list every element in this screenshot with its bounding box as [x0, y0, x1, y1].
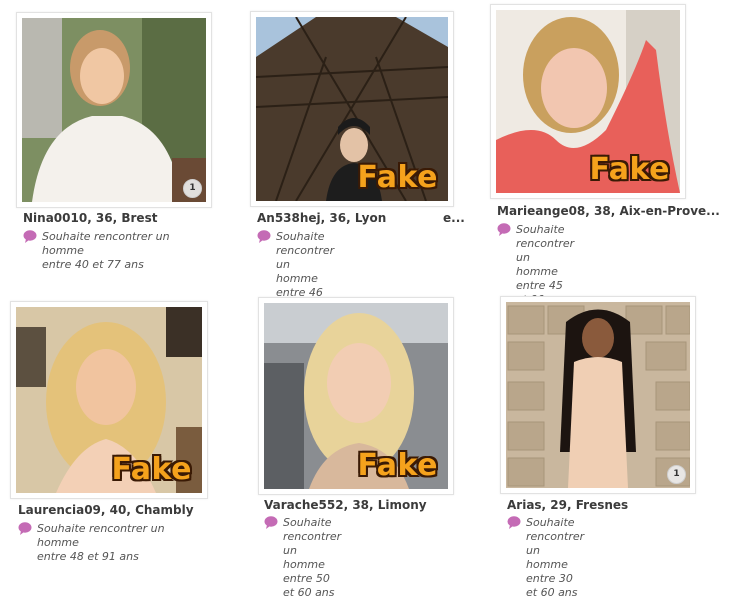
- profile-photo-frame[interactable]: 1: [16, 12, 212, 208]
- speech-bubble-icon: [264, 516, 278, 529]
- description-line-1: Souhaite rencontrer un homme: [37, 522, 165, 549]
- profile-photo[interactable]: 1: [22, 18, 206, 202]
- profile-name[interactable]: Arias, 29, Fresnes: [507, 498, 628, 512]
- fake-overlay-label: Fake: [357, 448, 438, 483]
- speech-bubble-icon: [18, 522, 32, 535]
- profile-photo-frame[interactable]: 1: [500, 296, 696, 494]
- profile-photo-image: [22, 18, 206, 202]
- description-line-1: Souhaite rencontrer un homme: [42, 230, 170, 257]
- profile-photo[interactable]: Fake: [256, 17, 448, 201]
- profile-photo[interactable]: 1: [506, 302, 690, 488]
- profile-photo-image: [506, 302, 690, 488]
- profile-name[interactable]: Marieange08, 38, Aix-en-Prove...: [497, 204, 720, 218]
- profile-photo-frame[interactable]: Fake: [250, 11, 454, 207]
- profile-photo[interactable]: Fake: [496, 10, 680, 193]
- profile-photo-frame[interactable]: Fake: [490, 4, 686, 199]
- speech-bubble-icon: [507, 516, 521, 529]
- profile-name[interactable]: Laurencia09, 40, Chambly: [18, 503, 194, 517]
- fake-overlay-label: Fake: [357, 160, 438, 195]
- description-line-2: entre 50 et 60 ans: [283, 572, 335, 599]
- profile-description: Souhaite rencontrer un homme entre 45 et…: [497, 223, 574, 307]
- profile-name[interactable]: An538hej, 36, Lyon: [257, 211, 386, 225]
- profile-photo-frame[interactable]: Fake: [258, 297, 454, 495]
- profile-description: Souhaite rencontrer un homme entre 30 et…: [507, 516, 584, 600]
- profile-name[interactable]: Nina0010, 36, Brest: [23, 211, 157, 225]
- fake-overlay-label: Fake: [589, 152, 670, 187]
- description-line-2: entre 48 et 91 ans: [37, 550, 139, 563]
- profile-photo-frame[interactable]: Fake: [10, 301, 208, 499]
- photo-count-badge: 1: [667, 465, 686, 484]
- speech-bubble-icon: [497, 223, 511, 236]
- photo-count-badge: 1: [183, 179, 202, 198]
- profile-name[interactable]: Varache552, 38, Limony: [264, 498, 427, 512]
- fake-overlay-label: Fake: [111, 452, 192, 487]
- speech-bubble-icon: [23, 230, 37, 243]
- description-line-2: entre 30 et 60 ans: [526, 572, 578, 599]
- profile-description: Souhaite rencontrer un homme entre 40 et…: [23, 230, 200, 272]
- profile-photo[interactable]: Fake: [16, 307, 202, 493]
- profile-description: Souhaite rencontrer un homme entre 48 et…: [18, 522, 200, 564]
- profile-description: Souhaite rencontrer un homme entre 50 et…: [264, 516, 341, 600]
- name-overflow-ellipsis: e...: [443, 211, 465, 225]
- profile-photo[interactable]: Fake: [264, 303, 448, 489]
- description-line-2: entre 40 et 77 ans: [42, 258, 144, 271]
- speech-bubble-icon: [257, 230, 271, 243]
